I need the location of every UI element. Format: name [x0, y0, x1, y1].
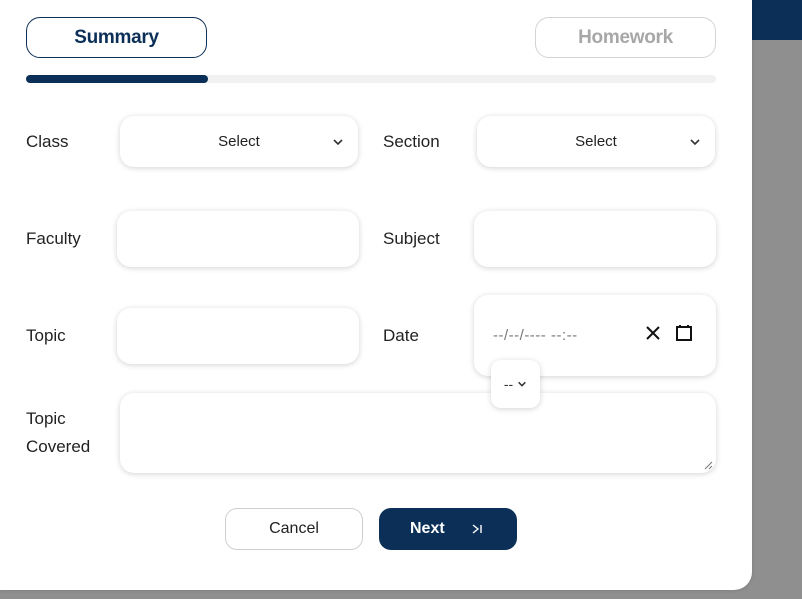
- background-header-bar: [752, 0, 802, 40]
- faculty-input[interactable]: [117, 211, 359, 267]
- resize-handle-icon[interactable]: [704, 461, 713, 470]
- topic-input[interactable]: [117, 308, 359, 364]
- date-label: Date: [383, 326, 419, 345]
- topic-covered-label: Topic Covered: [26, 405, 90, 461]
- faculty-label: Faculty: [26, 229, 81, 248]
- next-button-label: Next: [410, 520, 445, 537]
- subject-input[interactable]: [474, 211, 716, 267]
- topic-covered-label-line1: Topic: [26, 409, 66, 428]
- section-select[interactable]: Select: [477, 116, 715, 167]
- tab-homework[interactable]: Homework: [535, 17, 716, 58]
- progress-track: [26, 75, 716, 83]
- topic-covered-textarea[interactable]: [120, 393, 716, 473]
- subject-label: Subject: [383, 229, 440, 248]
- ampm-select[interactable]: --: [491, 360, 540, 408]
- class-select[interactable]: Select: [120, 116, 358, 167]
- chevron-down-icon: [333, 138, 343, 145]
- ampm-value: --: [503, 376, 514, 392]
- chevron-down-icon: [518, 381, 527, 387]
- class-summary-modal: Summary Homework Class Select Section Se…: [0, 0, 752, 590]
- skip-next-icon: [472, 524, 482, 534]
- calendar-icon[interactable]: [675, 324, 693, 342]
- topic-covered-label-line2: Covered: [26, 437, 91, 456]
- class-select-value: Select: [218, 133, 260, 150]
- progress-fill: [26, 75, 209, 83]
- chevron-down-icon: [690, 138, 700, 145]
- close-icon[interactable]: [644, 324, 662, 342]
- section-label: Section: [383, 132, 440, 151]
- tab-summary[interactable]: Summary: [26, 17, 207, 58]
- topic-label: Topic: [26, 326, 66, 345]
- cancel-button[interactable]: Cancel: [225, 508, 363, 550]
- next-button[interactable]: Next: [379, 508, 517, 550]
- class-label: Class: [26, 132, 69, 151]
- section-select-value: Select: [575, 133, 617, 150]
